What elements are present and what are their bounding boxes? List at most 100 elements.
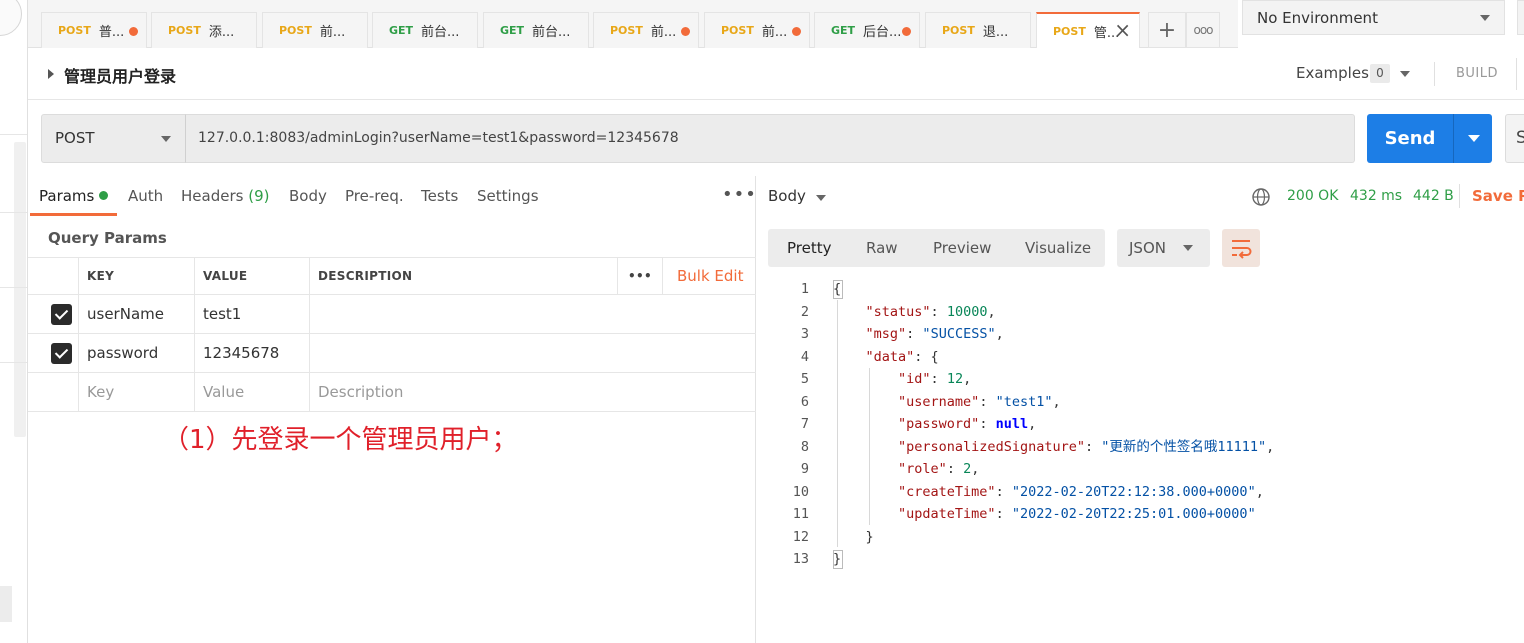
examples-button[interactable]: Examples — [1296, 64, 1369, 82]
tab-headers[interactable]: Headers (9) — [181, 187, 269, 205]
code-line: 7 "password": null, — [757, 413, 1524, 436]
code-line: 13} — [757, 548, 1524, 571]
line-number: 5 — [800, 371, 809, 387]
param-description[interactable] — [309, 295, 756, 333]
line-number: 1 — [800, 281, 809, 297]
request-tab[interactable]: POST 普... — [41, 12, 147, 48]
line-number: 6 — [800, 393, 809, 410]
request-tab[interactable]: POST 添... — [151, 12, 257, 48]
new-param-description[interactable]: Description — [309, 373, 756, 411]
wrap-lines-button[interactable] — [1222, 229, 1260, 267]
save-button[interactable]: S — [1505, 114, 1524, 163]
tab-method: GET — [831, 24, 856, 37]
code-line: 5 "id": 12, — [757, 368, 1524, 391]
tab-params[interactable]: Params — [39, 187, 109, 205]
new-param-key[interactable]: Key — [78, 373, 194, 411]
param-value[interactable]: test1 — [194, 295, 309, 333]
new-param-value[interactable]: Value — [194, 373, 309, 411]
globe-icon[interactable] — [1251, 187, 1271, 207]
tab-name: 普... — [98, 25, 125, 40]
json-value: 2022-02-20T22:12:38.000+0000 — [1019, 483, 1248, 500]
line-number: 7 — [800, 416, 809, 432]
sidebar-scroll-thumb[interactable] — [0, 586, 12, 622]
tab-method: POST — [1053, 25, 1086, 38]
request-tab[interactable]: GET 前台... — [483, 12, 589, 48]
send-options-button[interactable] — [1453, 114, 1492, 163]
tab-preview[interactable]: Preview — [933, 229, 991, 267]
param-key[interactable]: password — [78, 334, 194, 372]
tab-auth[interactable]: Auth — [128, 187, 163, 205]
json-value: 12 — [946, 371, 964, 387]
environment-label: No Environment — [1257, 8, 1378, 27]
divider — [1516, 58, 1517, 90]
tab-name: 前... — [650, 25, 677, 40]
request-tab[interactable]: GET 后台... — [814, 12, 920, 48]
tab-pre-request[interactable]: Pre-req. — [345, 187, 404, 205]
send-button[interactable]: Send — [1367, 114, 1453, 163]
chevron-down-icon — [1480, 15, 1490, 21]
response-code-view[interactable]: 1{ 2 "status": 10000, 3 "msg": "SUCCESS"… — [757, 278, 1524, 571]
chevron-down-icon[interactable] — [816, 195, 826, 201]
build-button[interactable]: BUILD — [1456, 66, 1498, 81]
param-value[interactable]: 12345678 — [194, 334, 309, 372]
tab-settings[interactable]: Settings — [477, 187, 539, 205]
close-icon[interactable]: × — [1114, 20, 1131, 40]
column-header-description: DESCRIPTION — [309, 258, 619, 294]
more-icon[interactable]: ••• — [617, 258, 662, 294]
param-description[interactable] — [309, 334, 756, 372]
url-input[interactable]: 127.0.0.1:8083/adminLogin?userName=test1… — [185, 114, 1355, 163]
table-row: password 12345678 — [28, 334, 756, 373]
request-name[interactable]: 管理员用户登录 — [64, 63, 176, 87]
status-code[interactable]: 200 OK — [1287, 188, 1338, 204]
chevron-down-icon[interactable] — [1400, 71, 1410, 77]
method-label: POST — [55, 129, 95, 147]
sidebar-avatar[interactable] — [0, 0, 22, 36]
line-number: 3 — [800, 326, 809, 342]
tab-pretty[interactable]: Pretty — [787, 229, 832, 267]
sidebar-scrollbar[interactable] — [14, 142, 26, 437]
active-tab-indicator — [30, 213, 117, 216]
code-line: 11 "updateTime": "2022-02-20T22:25:01.00… — [757, 503, 1524, 526]
request-tab[interactable]: POST 前... — [704, 12, 810, 48]
environment-quick-look-button[interactable] — [1517, 0, 1524, 35]
chevron-down-icon — [1468, 135, 1480, 142]
save-response-button[interactable]: Save Re — [1472, 187, 1524, 205]
line-number: 13 — [792, 551, 809, 567]
tab-raw[interactable]: Raw — [866, 229, 898, 267]
request-tab-active[interactable]: POST 管... × — [1036, 12, 1140, 49]
tab-body[interactable]: Body — [289, 187, 327, 205]
request-tab[interactable]: POST 前... — [593, 12, 699, 48]
json-value: 10000 — [946, 303, 988, 320]
chevron-down-icon — [1183, 245, 1193, 251]
wrap-icon — [1232, 240, 1252, 259]
response-body-select[interactable]: Body — [768, 187, 806, 205]
json-value: 更新的个性签名哦11111 — [1109, 438, 1259, 455]
response-size[interactable]: 442 B — [1413, 188, 1454, 204]
request-tab[interactable]: POST 退... — [925, 12, 1031, 48]
tab-visualize[interactable]: Visualize — [1025, 229, 1091, 267]
environment-select[interactable]: No Environment — [1242, 0, 1505, 35]
line-number: 9 — [800, 461, 809, 477]
param-key[interactable]: userName — [78, 295, 194, 333]
request-tab[interactable]: GET 前台... — [372, 12, 478, 48]
format-select[interactable]: JSON — [1117, 229, 1210, 267]
response-time[interactable]: 432 ms — [1350, 188, 1402, 204]
unsaved-dot-icon — [792, 27, 801, 36]
request-tab[interactable]: POST 前... — [262, 12, 368, 48]
row-checkbox[interactable] — [51, 343, 72, 364]
tab-tests[interactable]: Tests — [421, 187, 458, 205]
expand-arrow-icon[interactable] — [48, 69, 54, 79]
new-tab-button[interactable]: + — [1148, 12, 1186, 48]
http-method-select[interactable]: POST — [41, 114, 186, 163]
table-row-new: Key Value Description — [28, 373, 756, 412]
tab-name: 前... — [319, 25, 346, 40]
tab-overflow-button[interactable]: ooo — [1186, 12, 1220, 48]
divider — [1459, 184, 1460, 208]
request-title-bar: 管理员用户登录 Examples 0 BUILD — [28, 48, 1524, 100]
row-checkbox[interactable] — [51, 304, 72, 325]
more-icon[interactable]: ••• — [722, 184, 757, 205]
code-line: 1{ — [757, 278, 1524, 301]
table-header-row: KEY VALUE DESCRIPTION ••• Bulk Edit — [28, 257, 756, 295]
bulk-edit-button[interactable]: Bulk Edit — [662, 258, 756, 294]
response-view-tabs: Pretty Raw Preview Visualize — [768, 229, 1105, 267]
